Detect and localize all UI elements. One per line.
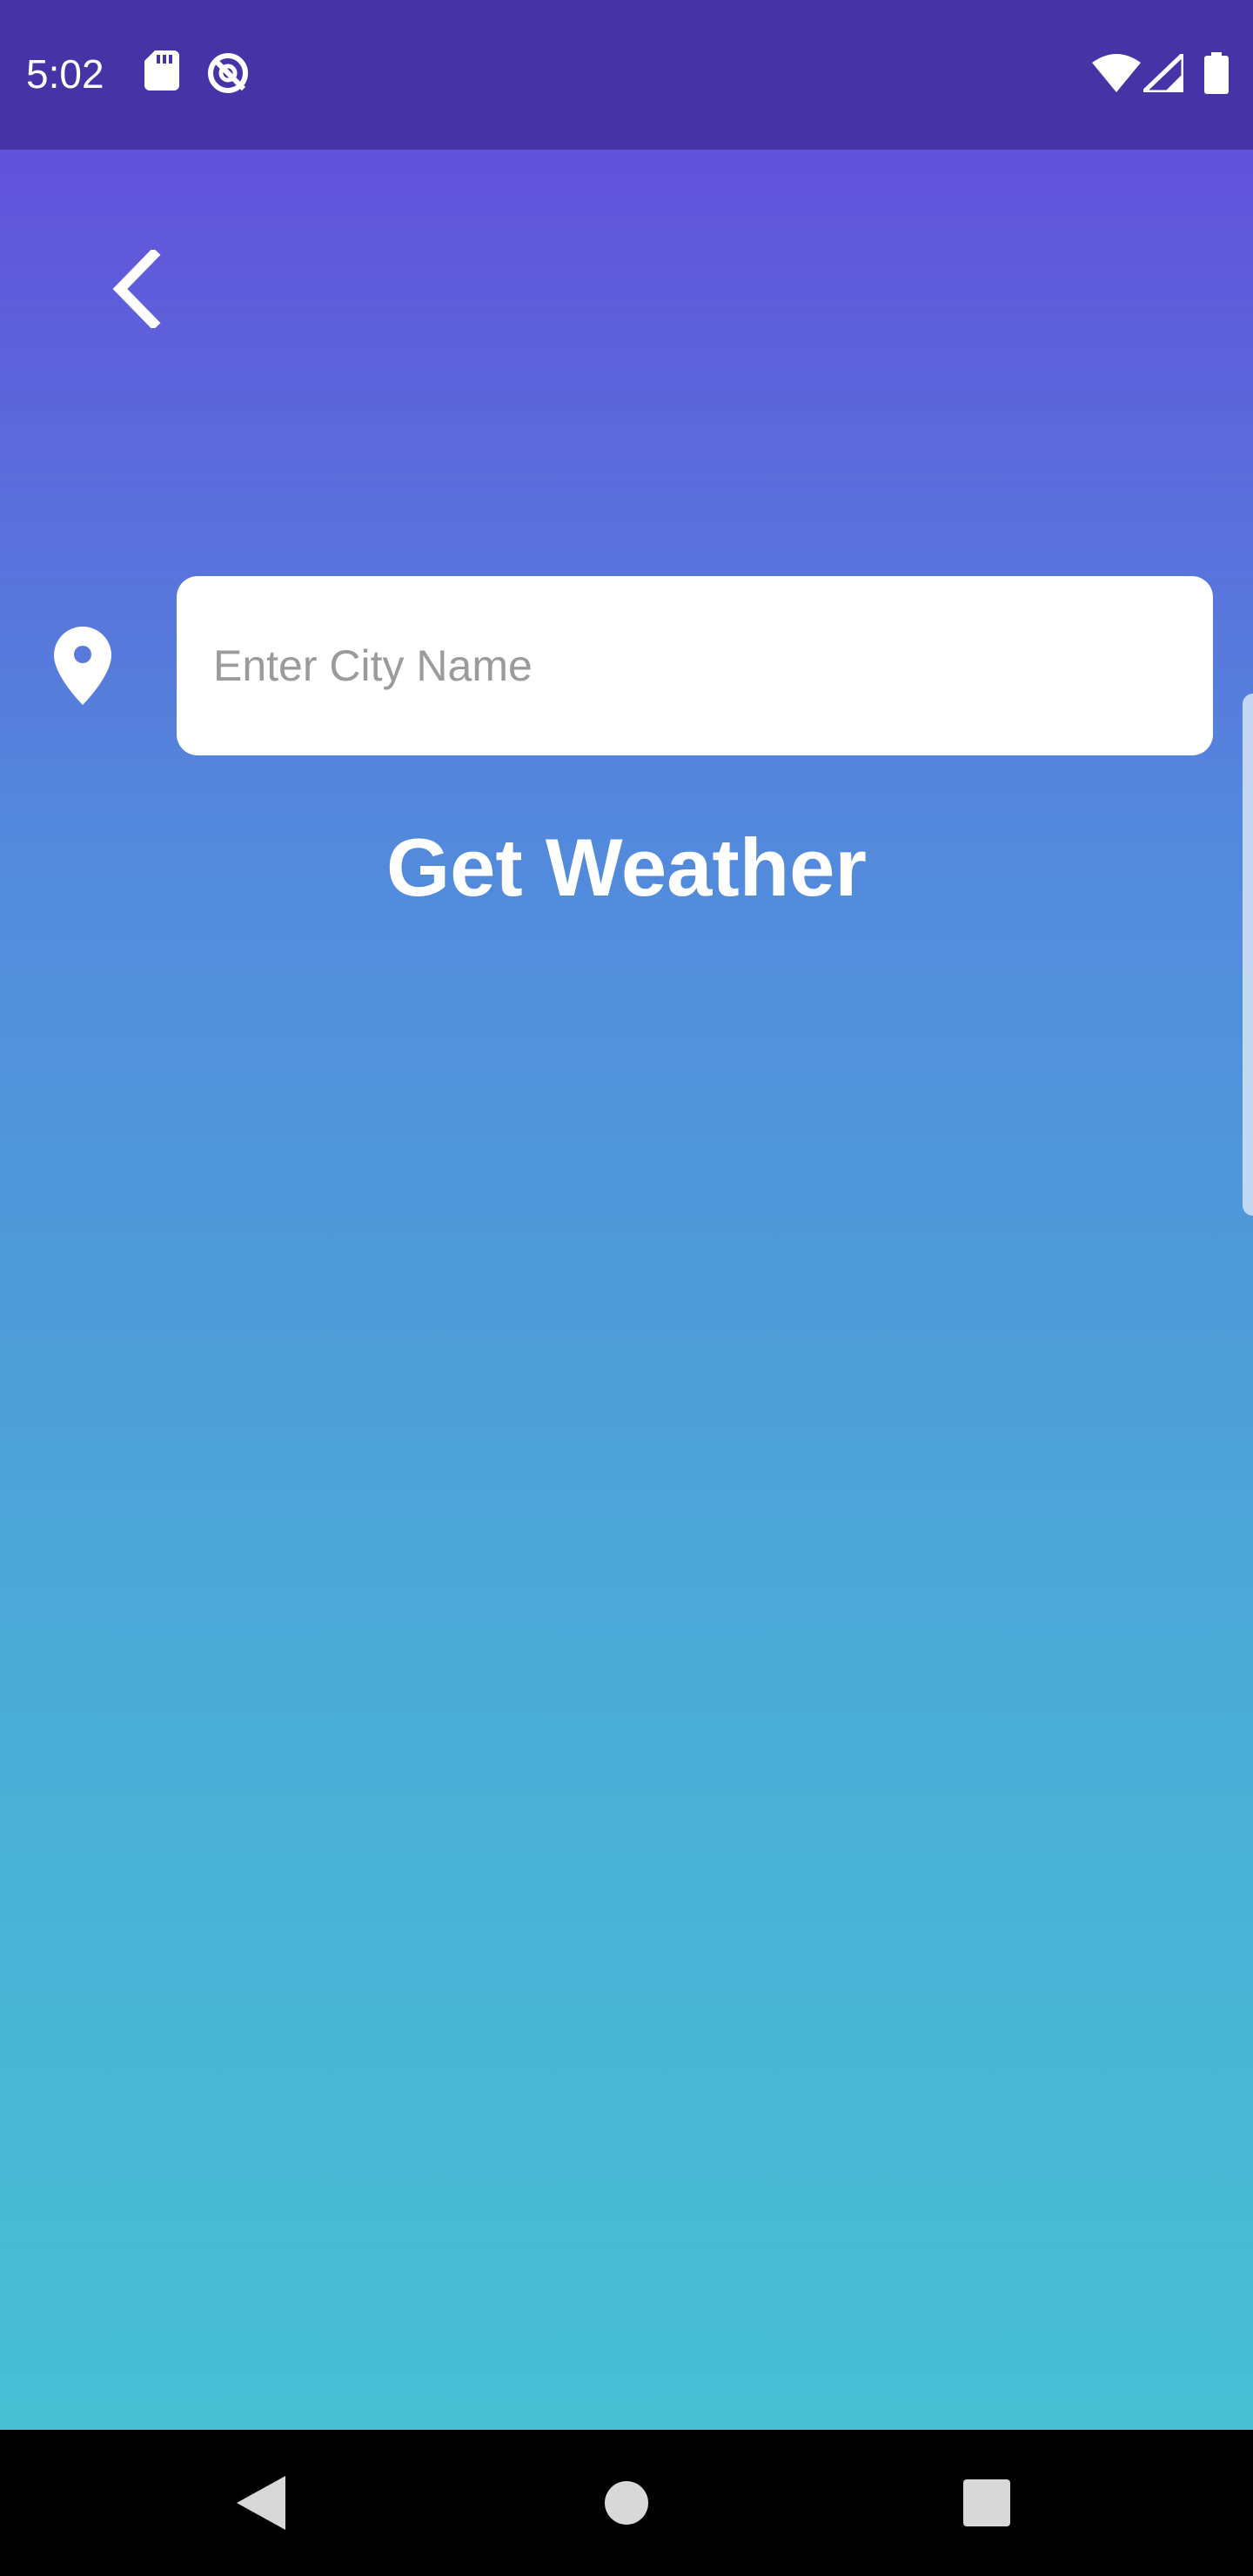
chevron-left-icon xyxy=(112,250,161,328)
edge-panel-handle[interactable] xyxy=(1243,694,1253,1216)
back-triangle-icon xyxy=(237,2476,285,2530)
sd-card-icon xyxy=(144,50,179,95)
nav-back-button[interactable] xyxy=(209,2451,313,2555)
status-bar: 5:02 xyxy=(0,0,1253,150)
nav-home-button[interactable] xyxy=(574,2451,679,2555)
navigation-bar xyxy=(0,2430,1253,2576)
city-name-input[interactable] xyxy=(177,576,1213,755)
sync-off-icon xyxy=(205,50,251,100)
battery-icon xyxy=(1204,52,1229,98)
get-weather-button[interactable]: Get Weather xyxy=(365,811,888,924)
back-button[interactable] xyxy=(97,237,174,341)
home-circle-icon xyxy=(605,2481,648,2525)
status-time: 5:02 xyxy=(26,51,104,97)
nav-recents-button[interactable] xyxy=(935,2451,1039,2555)
weather-search-screen: 5:02 Enter City Name Get Weather xyxy=(0,0,1253,2576)
wifi-icon xyxy=(1092,54,1141,97)
cell-signal-icon xyxy=(1141,51,1186,97)
main-content: Get Weather xyxy=(0,150,1253,2430)
recents-square-icon xyxy=(963,2479,1010,2526)
location-pin-icon xyxy=(54,627,111,705)
